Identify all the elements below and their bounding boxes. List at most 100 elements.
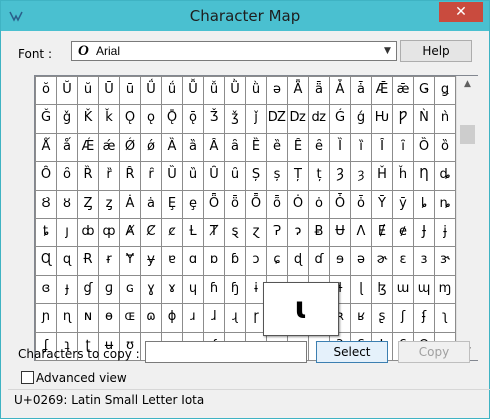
scrollbar-thumb[interactable] [460,125,475,144]
character-cell[interactable]: ȧ [141,191,161,217]
character-cell[interactable]: Ǧ [36,105,56,131]
character-cell[interactable]: ɗ [309,247,329,273]
character-cell[interactable]: ȣ [57,191,77,217]
character-cell[interactable]: Ǜ [225,77,245,103]
character-cell[interactable]: ɯ [393,276,413,302]
character-cell[interactable]: Ƀ [309,219,329,245]
character-cell[interactable]: Ȓ [120,162,140,188]
character-cell[interactable]: ǰ [246,105,266,131]
character-cell[interactable]: Ǩ [78,105,98,131]
character-cell[interactable]: ɣ [141,276,161,302]
character-cell[interactable]: ȋ [393,134,413,160]
character-cell[interactable]: ɹ [183,304,203,330]
character-cell[interactable]: ɒ [204,247,224,273]
character-cell[interactable]: ǘ [162,77,182,103]
character-cell[interactable]: ǡ [351,77,371,103]
character-cell[interactable]: ɤ [162,276,182,302]
character-cell[interactable]: ț [309,162,329,188]
character-cell[interactable]: ȕ [183,162,203,188]
character-cell[interactable]: Ɂ [267,219,287,245]
vertical-scrollbar[interactable]: ▲ ▼ [456,76,478,360]
character-cell[interactable]: Ȫ [204,191,224,217]
character-cell[interactable]: ɴ [78,304,98,330]
character-cell[interactable]: ǳ [309,105,329,131]
character-cell[interactable]: Ȕ [162,162,182,188]
character-cell[interactable]: ɖ [288,247,308,273]
character-cell[interactable]: Ǵ [330,105,350,131]
character-cell[interactable]: Ȣ [36,191,56,217]
character-cell[interactable]: ǜ [246,77,266,103]
character-cell[interactable]: Ȅ [246,134,266,160]
character-cell[interactable]: ȳ [393,191,413,217]
character-cell[interactable]: Ɉ [414,219,434,245]
character-cell[interactable]: Ⱦ [204,219,224,245]
character-cell[interactable]: Ǳ [267,105,287,131]
character-cell[interactable]: ȇ [309,134,329,160]
character-cell[interactable]: ȓ [141,162,161,188]
character-cell[interactable]: ȍ [435,134,455,160]
character-cell[interactable]: ȫ [225,191,245,217]
scroll-up-arrow-icon[interactable]: ▲ [457,76,478,93]
character-cell[interactable]: Ɋ [36,247,56,273]
character-cell[interactable]: ɀ [246,219,266,245]
character-cell[interactable]: Ș [246,162,266,188]
character-cell[interactable]: Ƚ [183,219,203,245]
character-cell[interactable]: ɔ [246,247,266,273]
character-cell[interactable]: Ǯ [204,105,224,131]
character-cell[interactable]: ǫ [141,105,161,131]
character-cell[interactable]: Ǽ [78,134,98,160]
character-cell[interactable]: Ʉ [330,219,350,245]
character-cell[interactable]: Ǥ [414,77,434,103]
character-cell[interactable]: Ǟ [288,77,308,103]
character-cell[interactable]: ȹ [99,219,119,245]
character-cell[interactable]: ʅ [435,304,455,330]
character-cell[interactable]: ȸ [78,219,98,245]
character-cell[interactable]: ȵ [435,191,455,217]
character-cell[interactable]: ȿ [225,219,245,245]
character-cell[interactable]: ȯ [309,191,329,217]
character-cell[interactable]: Ǭ [162,105,182,131]
font-dropdown[interactable]: O Arial ▼ [71,41,397,61]
character-cell[interactable]: ǝ [267,77,287,103]
character-cell[interactable]: ɱ [435,276,455,302]
character-cell[interactable]: Ȇ [288,134,308,160]
character-cell[interactable]: Ƿ [393,105,413,131]
character-cell[interactable]: Ǡ [330,77,350,103]
character-cell[interactable]: ɞ [36,276,56,302]
character-cell[interactable]: ǹ [435,105,455,131]
character-cell[interactable]: ɏ [141,247,161,273]
character-cell[interactable]: ɺ [204,304,224,330]
character-cell[interactable]: ʂ [372,304,392,330]
character-cell[interactable]: ɲ [36,304,56,330]
character-cell[interactable]: ŭ [78,77,98,103]
character-cell[interactable]: ȱ [351,191,371,217]
character-cell[interactable]: ǯ [225,105,245,131]
character-cell[interactable]: Ŭ [57,77,77,103]
character-cell[interactable]: Ƕ [372,105,392,131]
character-cell[interactable]: ȑ [99,162,119,188]
character-cell[interactable]: Ȉ [330,134,350,160]
character-cell[interactable]: ȡ [435,162,455,188]
character-cell[interactable]: Ǫ [120,105,140,131]
character-cell[interactable]: Ƞ [414,162,434,188]
character-cell[interactable]: ǣ [393,77,413,103]
character-cell[interactable]: ɓ [225,247,245,273]
character-cell[interactable]: ɜ [414,247,434,273]
character-cell[interactable]: ɝ [435,247,455,273]
character-cell[interactable]: ɕ [267,247,287,273]
character-cell[interactable]: ǥ [435,77,455,103]
character-cell[interactable]: ɟ [57,276,77,302]
character-cell[interactable]: ū [120,77,140,103]
character-cell[interactable]: ȶ [36,219,56,245]
character-cell[interactable]: ɘ [330,247,350,273]
character-cell[interactable]: Ȋ [372,134,392,160]
character-cell[interactable]: Ǻ [36,134,56,160]
character-cell[interactable]: ʄ [414,304,434,330]
character-cell[interactable]: Ȗ [204,162,224,188]
character-cell[interactable]: ɉ [435,219,455,245]
character-cell[interactable]: ɢ [120,276,140,302]
character-cell[interactable]: ɷ [141,304,161,330]
character-cell[interactable]: Ɍ [78,247,98,273]
character-cell[interactable]: ɦ [204,276,224,302]
character-cell[interactable]: Ɇ [372,219,392,245]
